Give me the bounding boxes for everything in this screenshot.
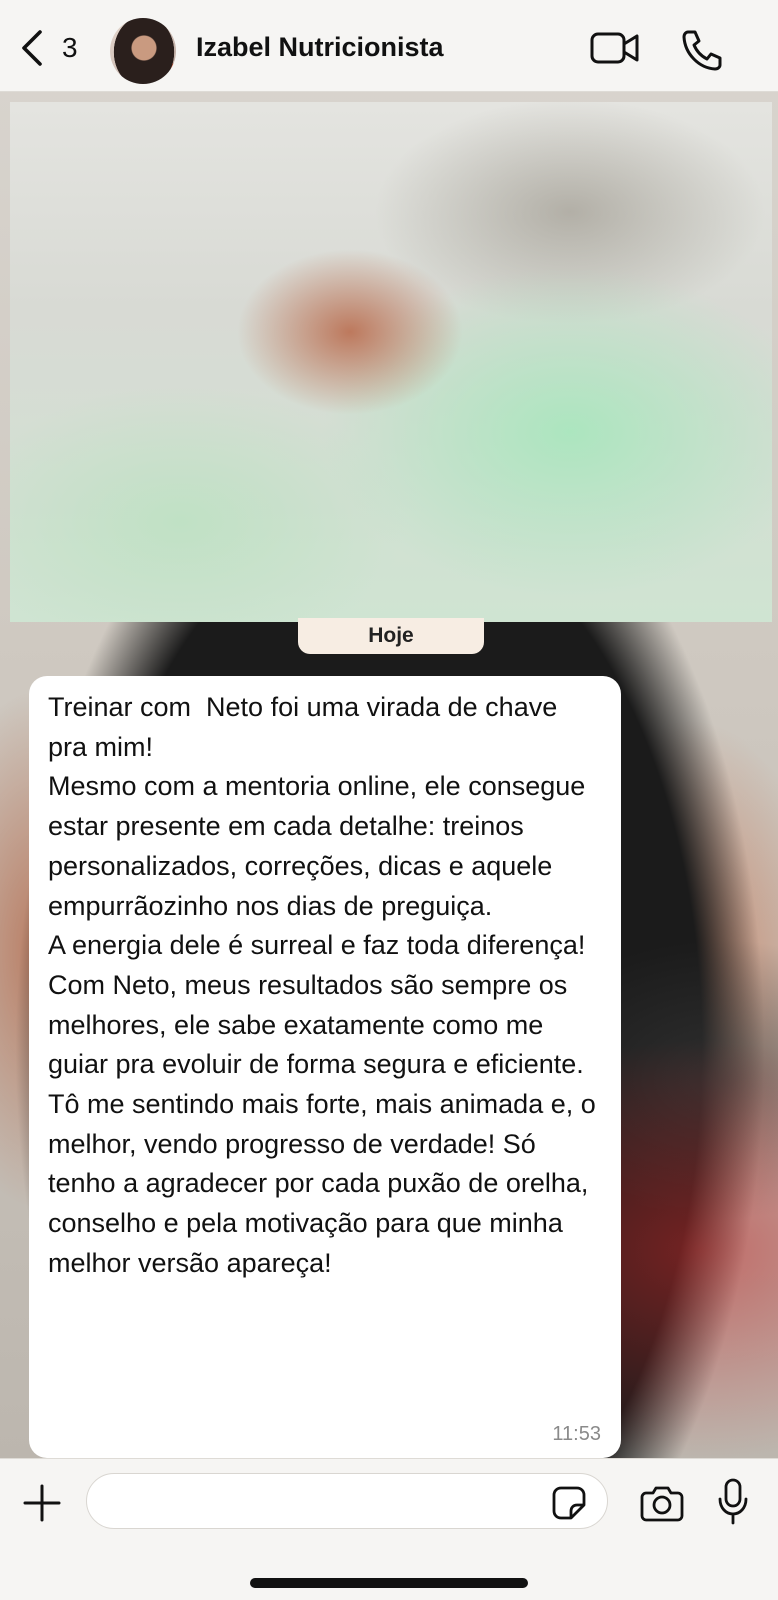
chat-screen: 3 Izabel Nutricionista Hoje Treinar com … — [0, 0, 778, 1600]
chat-header: 3 Izabel Nutricionista — [0, 0, 778, 92]
sticker-icon[interactable] — [551, 1485, 587, 1521]
message-input[interactable] — [86, 1473, 608, 1529]
microphone-icon[interactable] — [716, 1477, 750, 1527]
message-text: Treinar com Neto foi uma virada de chave… — [48, 692, 596, 1278]
contact-name[interactable]: Izabel Nutricionista — [196, 32, 444, 63]
home-indicator[interactable] — [250, 1578, 528, 1588]
contact-avatar[interactable] — [110, 18, 176, 84]
phone-icon[interactable] — [680, 28, 724, 72]
message-timestamp: 11:53 — [552, 1423, 601, 1445]
blurred-image — [10, 102, 772, 622]
camera-icon[interactable] — [640, 1483, 684, 1523]
video-call-icon[interactable] — [590, 30, 640, 66]
date-separator: Hoje — [298, 618, 484, 654]
chevron-left-icon — [22, 30, 42, 66]
message-bubble[interactable]: Treinar com Neto foi uma virada de chave… — [29, 676, 621, 1458]
plus-icon[interactable] — [22, 1483, 62, 1523]
back-button[interactable]: 3 — [18, 28, 78, 68]
unread-count: 3 — [62, 32, 78, 63]
